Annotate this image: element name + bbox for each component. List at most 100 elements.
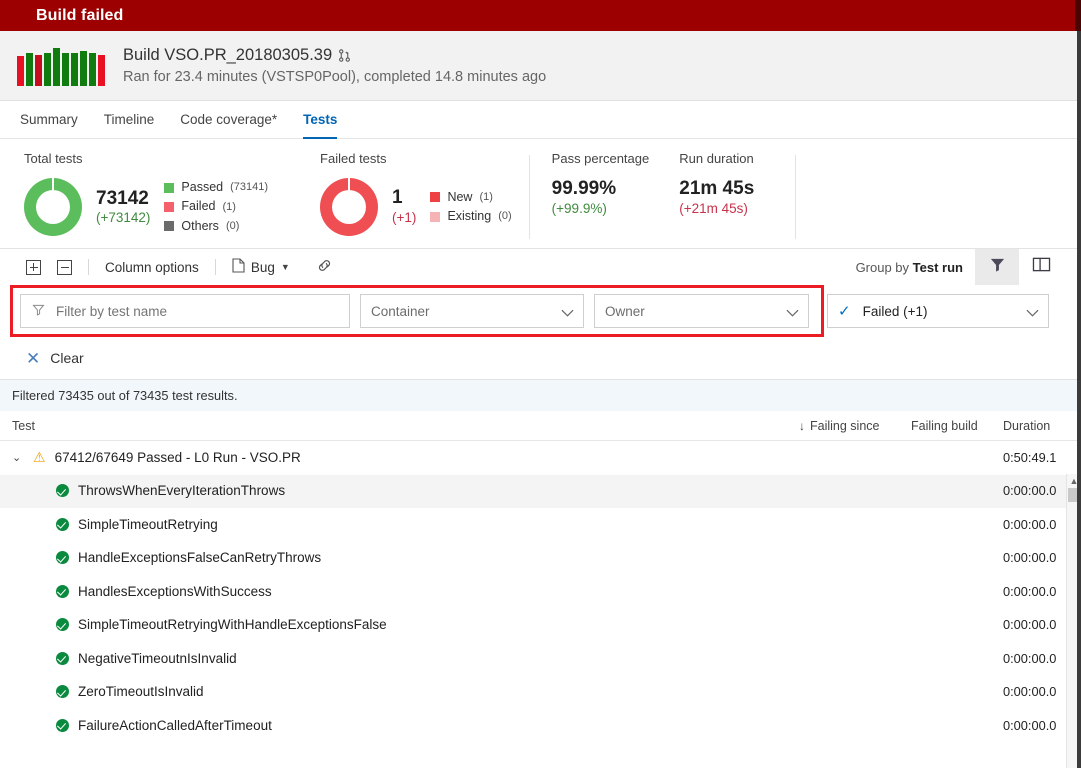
column-header-failing-build[interactable]: Failing build — [911, 419, 1003, 433]
build-history-sparkline — [17, 46, 109, 86]
run-duration-label: Run duration — [679, 151, 754, 166]
summary-card-total-tests: Total tests 73142 (+73142) Passed (73141)… — [0, 151, 286, 239]
toolbar-divider-1 — [88, 259, 89, 275]
chevron-down-icon — [786, 305, 799, 317]
expand-all-button[interactable] — [18, 253, 49, 281]
table-row[interactable]: HandleExceptionsFalseCanRetryThrows 0:00:… — [0, 542, 1081, 576]
chevron-down-icon — [1026, 305, 1039, 317]
side-panel-toggle-button[interactable] — [1019, 249, 1063, 285]
bug-label: Bug — [250, 259, 275, 275]
total-tests-value: 73142 — [96, 187, 149, 209]
collapse-caret-icon[interactable]: ⌄ — [12, 451, 24, 464]
group-duration: 0:50:49.1 — [1003, 449, 1057, 465]
summary-card-failed-tests: Failed tests 1 (+1) New (1) Existing (0) — [286, 151, 530, 239]
build-history-bar[interactable] — [53, 47, 60, 86]
warning-icon: ⚠ — [33, 448, 46, 465]
failed-tests-delta: (+1) — [392, 210, 417, 226]
owner-filter-dropdown[interactable]: Owner — [594, 294, 809, 328]
expand-all-icon — [26, 259, 41, 275]
group-by-value: Test run — [912, 259, 963, 275]
bug-button[interactable]: Bug ▼ — [224, 253, 298, 281]
filter-toggle-button[interactable] — [975, 249, 1019, 285]
filtered-results-text: Filtered 73435 out of 73435 test results… — [12, 388, 238, 403]
pass-percentage-label: Pass percentage — [551, 151, 650, 166]
filtered-results-bar: Filtered 73435 out of 73435 test results… — [0, 379, 1081, 411]
column-header-test[interactable]: Test — [12, 419, 799, 433]
legend-count: (1) — [222, 200, 236, 213]
column-header-failing-since[interactable]: ↓ Failing since — [799, 419, 911, 433]
clear-label: Clear — [50, 350, 84, 366]
passed-icon — [56, 517, 69, 531]
checkmark-icon: ✓ — [838, 303, 851, 320]
container-filter-dropdown[interactable]: Container — [360, 294, 584, 328]
table-row[interactable]: SimpleTimeoutRetrying 0:00:00.0 — [0, 508, 1081, 542]
clear-filters-button[interactable]: ✕ Clear — [26, 350, 84, 367]
failed-tests-donut — [320, 178, 379, 236]
build-title: Build VSO.PR_20180305.39 — [123, 45, 333, 64]
legend-swatch — [164, 182, 175, 193]
tab-summary[interactable]: Summary — [20, 101, 78, 139]
table-row[interactable]: SimpleTimeoutRetryingWithHandleException… — [0, 609, 1081, 643]
group-by-control[interactable]: Group by Test run — [856, 260, 963, 275]
build-history-bar[interactable] — [89, 52, 96, 86]
total-tests-label: Total tests — [24, 151, 83, 166]
link-button[interactable] — [308, 253, 341, 281]
group-label: 67412/67649 Passed - L0 Run - VSO.PR — [54, 449, 301, 465]
tab-timeline[interactable]: Timeline — [104, 101, 155, 139]
legend-swatch — [430, 192, 441, 203]
table-row[interactable]: HandlesExceptionsWithSuccess 0:00:00.0 — [0, 575, 1081, 609]
build-history-bar[interactable] — [35, 54, 42, 86]
toolbar-divider-2 — [214, 259, 216, 275]
test-name: SimpleTimeoutRetrying — [78, 516, 218, 532]
test-name-filter[interactable] — [20, 294, 350, 328]
column-options-button[interactable]: Column options — [97, 253, 207, 281]
tab-tests[interactable]: Tests — [303, 101, 338, 139]
table-row[interactable]: NegativeTimeoutnIsInvalid 0:00:00.0 — [0, 642, 1081, 676]
results-table-body: ⌄ ⚠ 67412/67649 Passed - L0 Run - VSO.PR 0:… — [0, 441, 1081, 743]
outcome-filter-dropdown[interactable]: ✓ Failed (+1) — [827, 294, 1049, 328]
banner-title: Build failed — [36, 6, 124, 24]
legend-item: New (1) — [430, 188, 511, 207]
banner-right-edge — [1075, 0, 1081, 31]
total-tests-legend: Passed (73141) Failed (1) Others (0) — [164, 178, 268, 236]
tab-code-coverage[interactable]: Code coverage* — [180, 101, 277, 139]
legend-label: New — [447, 189, 473, 204]
build-history-bar[interactable] — [98, 54, 105, 86]
collapse-all-button[interactable] — [49, 253, 80, 281]
build-history-bar[interactable] — [71, 52, 78, 86]
failed-tests-value: 1 — [392, 187, 403, 209]
table-row[interactable]: FailureActionCalledAfterTimeout 0:00:00.0 — [0, 709, 1081, 743]
pull-request-icon — [338, 47, 351, 62]
failed-tests-label: Failed tests — [320, 151, 387, 166]
run-duration-value: 21m 45s — [679, 178, 755, 199]
window-right-edge — [1077, 31, 1081, 768]
column-header-failing-since-label: Failing since — [810, 418, 880, 433]
test-run-group-row[interactable]: ⌄ ⚠ 67412/67649 Passed - L0 Run - VSO.PR 0:… — [0, 441, 1081, 475]
link-icon — [316, 257, 333, 277]
legend-label: Existing — [447, 209, 492, 223]
row-duration: 0:00:00.0 — [1003, 717, 1057, 733]
table-row[interactable]: ZeroTimeoutIsInvalid 0:00:00.0 — [0, 676, 1081, 710]
bug-file-icon — [232, 258, 245, 276]
passed-icon — [56, 718, 69, 732]
run-duration-delta: (+21m 45s) — [679, 200, 748, 216]
legend-count: (0) — [498, 210, 512, 223]
row-duration: 0:00:00.0 — [1003, 684, 1057, 700]
build-history-bar[interactable] — [26, 52, 33, 86]
build-history-bar[interactable] — [62, 52, 69, 86]
build-history-bar[interactable] — [80, 50, 87, 86]
column-header-duration[interactable]: Duration — [1003, 419, 1075, 433]
chevron-down-icon — [561, 305, 574, 317]
outcome-filter-label: Failed (+1) — [862, 303, 928, 319]
legend-item: Others (0) — [164, 217, 268, 236]
legend-count: (0) — [225, 219, 240, 232]
table-row[interactable]: ThrowsWhenEveryIterationThrows 0:00:00.0 — [0, 474, 1081, 508]
test-name: ZeroTimeoutIsInvalid — [78, 684, 204, 700]
build-history-bar[interactable] — [44, 52, 51, 86]
row-duration: 0:00:00.0 — [1003, 650, 1057, 666]
build-results-page: Build failed Build VSO.PR_20180305.39 Ra… — [0, 0, 1081, 768]
legend-label: Others — [181, 218, 219, 233]
build-history-bar[interactable] — [17, 55, 24, 86]
search-input[interactable] — [56, 303, 339, 319]
pass-percentage-value: 99.99% — [551, 178, 617, 199]
